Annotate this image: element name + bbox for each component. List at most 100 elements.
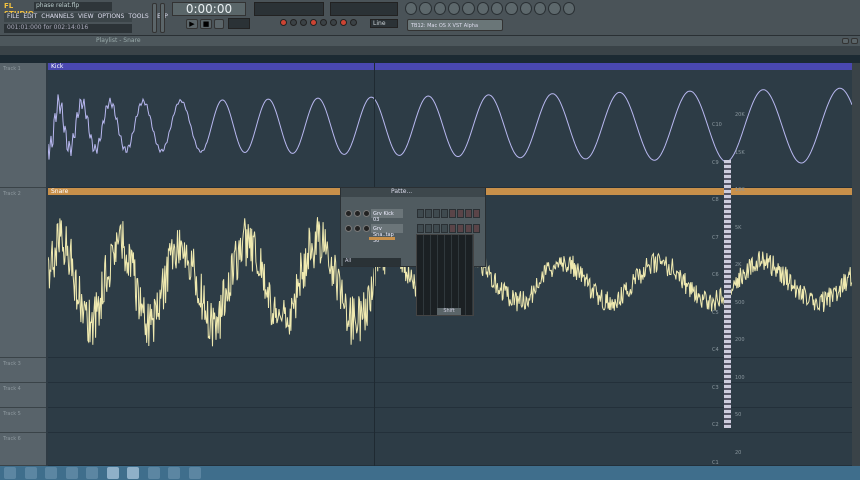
toggle-button[interactable] [300, 19, 307, 26]
step-button[interactable] [425, 224, 432, 233]
track-header[interactable]: Track 4 [0, 383, 46, 408]
step-button[interactable] [473, 209, 480, 218]
flstudio-icon[interactable] [106, 467, 119, 479]
timeline-ruler[interactable] [0, 55, 860, 63]
window-toggle-icon[interactable] [490, 2, 504, 15]
frequency-label: 5K [735, 224, 742, 231]
step-button[interactable] [425, 209, 432, 218]
channel-knob[interactable] [363, 225, 370, 232]
filter-select[interactable]: All [343, 258, 401, 266]
vertical-scrollbar[interactable] [852, 63, 860, 466]
track-lane[interactable] [48, 408, 852, 433]
track-header[interactable]: Track 2 [0, 188, 46, 358]
frequency-label: 500 [735, 299, 745, 306]
menu-file[interactable]: FILE [7, 13, 19, 22]
window-toggle-icon[interactable] [447, 2, 461, 15]
taskbar [0, 466, 860, 480]
project-title: phase relat.flp [34, 2, 112, 11]
firefox-icon[interactable] [65, 467, 78, 479]
files-icon[interactable] [168, 467, 180, 479]
winamp-icon[interactable] [147, 467, 160, 479]
step-button[interactable] [449, 224, 456, 233]
track-header[interactable]: Track 6 [0, 433, 46, 466]
piano-keys [724, 160, 731, 428]
step-button[interactable] [449, 209, 456, 218]
window-toggle-icon[interactable] [419, 2, 432, 15]
clip-kick[interactable]: Kick [48, 63, 852, 70]
window-toggle-icon[interactable] [405, 2, 418, 15]
track-lane[interactable] [48, 358, 852, 383]
track-lane[interactable] [48, 383, 852, 408]
window-toggle-icon[interactable] [476, 2, 489, 15]
app-icon[interactable] [127, 467, 139, 479]
tempo-display[interactable] [228, 18, 250, 29]
toggle-button[interactable] [350, 19, 357, 26]
step-button[interactable] [457, 224, 464, 233]
toggle-button[interactable] [290, 19, 297, 26]
track-header[interactable]: Track 5 [0, 408, 46, 433]
window-toggle-icon[interactable] [462, 2, 475, 15]
menu-edit[interactable]: EDIT [23, 13, 37, 22]
menu-options[interactable]: OPTIONS [98, 13, 125, 22]
chrome-icon[interactable] [86, 467, 98, 479]
window-toggle-icon[interactable] [533, 2, 547, 15]
step-button[interactable] [465, 209, 472, 218]
toggle-button[interactable] [340, 19, 347, 26]
channel-knob[interactable] [345, 210, 352, 217]
channel-knob[interactable] [354, 210, 361, 217]
kick-waveform [48, 87, 852, 164]
window-toggle-icon[interactable] [548, 2, 561, 15]
window-toggle-icon[interactable] [519, 2, 532, 15]
hint-bar: 001:01:000 for 002:14:016 [4, 24, 132, 33]
note-label: C5 [712, 309, 719, 316]
track-lane[interactable] [48, 433, 852, 466]
toggle-button[interactable] [330, 19, 337, 26]
toggle-button[interactable] [310, 19, 317, 26]
close-icon[interactable] [851, 38, 858, 44]
master-pitch-slider[interactable] [160, 3, 165, 33]
note-label: C7 [712, 234, 719, 241]
step-button[interactable] [433, 224, 440, 233]
master-volume-slider[interactable] [152, 3, 157, 33]
play-button[interactable]: ▶ [186, 19, 198, 29]
step-button[interactable] [473, 224, 480, 233]
menu-channels[interactable]: CHANNELS [41, 13, 74, 22]
step-button[interactable] [441, 224, 448, 233]
window-toggle-icon[interactable] [433, 2, 446, 15]
fl-alt-icon[interactable] [188, 467, 201, 479]
shift-button[interactable]: Shift [437, 308, 461, 315]
start-icon[interactable] [4, 467, 16, 479]
ie-icon[interactable] [24, 467, 37, 479]
channel-knob[interactable] [345, 225, 352, 232]
plugin-picker[interactable]: TB12: Mac OS X VST Alpha [407, 19, 503, 31]
window-toggle-icon[interactable] [505, 2, 518, 15]
step-button[interactable] [433, 209, 440, 218]
window-toggle-icon[interactable] [562, 2, 575, 15]
step-button[interactable] [465, 224, 472, 233]
explorer-icon[interactable] [45, 467, 57, 479]
step-button[interactable] [441, 209, 448, 218]
frequency-label: 15K [735, 149, 745, 156]
frequency-label: 100 [735, 374, 745, 381]
snap-select[interactable]: Line [370, 19, 398, 28]
toggle-button[interactable] [280, 19, 287, 26]
channel-name-button[interactable]: Grv Sna..tap 30 [371, 224, 403, 244]
note-label: C6 [712, 272, 719, 278]
note-label: C8 [712, 197, 719, 203]
channel-knob[interactable] [354, 225, 361, 232]
restore-icon[interactable] [842, 38, 849, 44]
menu-view[interactable]: VIEW [78, 13, 94, 22]
record-button[interactable] [214, 19, 224, 29]
track-header[interactable]: Track 1 [0, 63, 46, 188]
step-button[interactable] [457, 209, 464, 218]
channel-name-button[interactable]: Grv Kick 03 [371, 209, 403, 223]
step-button[interactable] [417, 209, 424, 218]
step-button[interactable] [417, 224, 424, 233]
note-label: C9 [712, 159, 719, 166]
menu-tools[interactable]: TOOLS [128, 13, 148, 22]
channel-knob[interactable] [363, 210, 370, 217]
piano-roll-preview[interactable]: Shift [416, 234, 474, 316]
toggle-button[interactable] [320, 19, 327, 26]
track-header[interactable]: Track 3 [0, 358, 46, 383]
stop-button[interactable]: ■ [200, 19, 212, 29]
